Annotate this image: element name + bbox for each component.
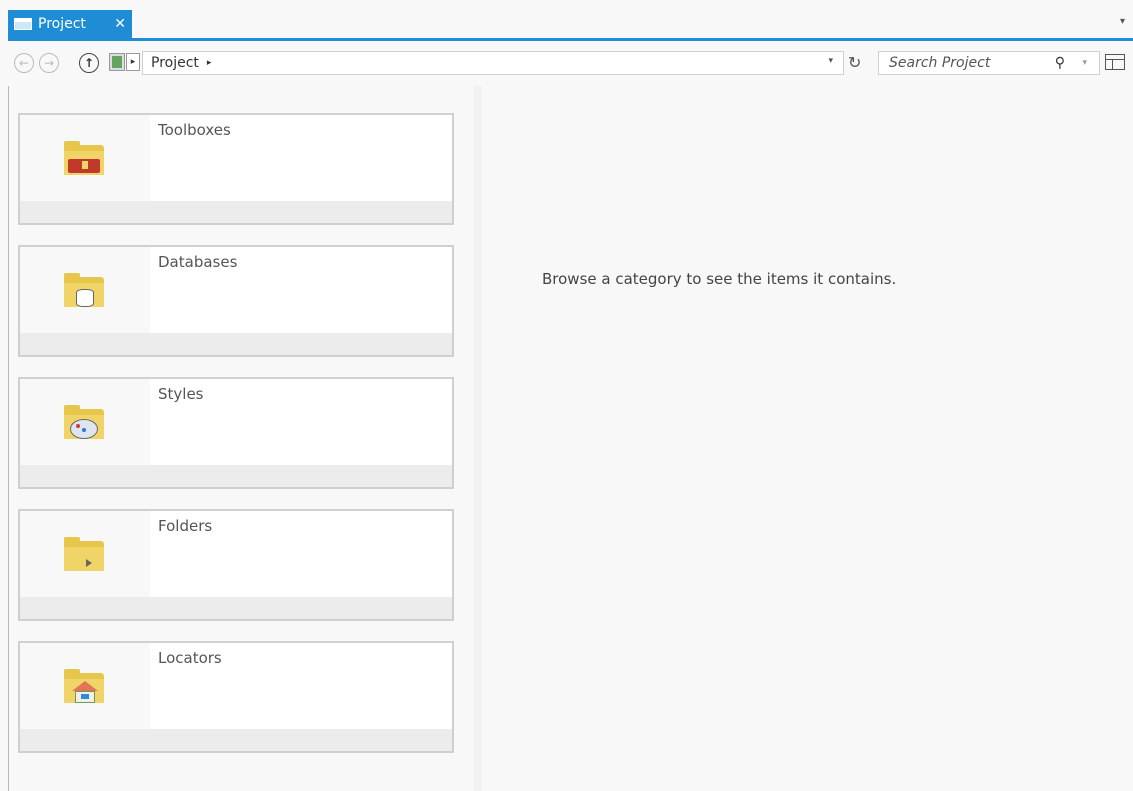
location-icon[interactable]: [109, 53, 125, 71]
card-body: Folders: [20, 511, 452, 597]
card-icon-area: [20, 247, 150, 333]
card-icon-area: [20, 115, 150, 201]
breadcrumb-project[interactable]: Project: [151, 55, 199, 71]
toolbox-folder-icon: [64, 141, 106, 177]
tab-project[interactable]: Project ✕: [8, 10, 132, 38]
tab-label: Project: [38, 16, 86, 32]
card-body: Databases: [20, 247, 452, 333]
refresh-icon[interactable]: ↻: [848, 53, 861, 72]
category-card-folders[interactable]: Folders: [18, 509, 454, 621]
back-button[interactable]: ←: [14, 53, 34, 73]
search-box: ⚲ ▾: [878, 51, 1100, 75]
card-footer: [20, 597, 452, 619]
card-footer: [20, 729, 452, 751]
details-panel-icon[interactable]: [1105, 54, 1125, 70]
card-label: Toolboxes: [158, 121, 231, 139]
tab-menu-icon[interactable]: ▾: [1120, 16, 1125, 27]
navigation-toolbar: ← → ↑ ▸ Project ▸ ▾ ↻ ⚲ ▾: [0, 48, 1133, 80]
category-card-styles[interactable]: Styles: [18, 377, 454, 489]
card-footer: [20, 465, 452, 487]
card-label: Databases: [158, 253, 238, 271]
category-card-locators[interactable]: Locators: [18, 641, 454, 753]
locator-folder-icon: [64, 669, 106, 705]
empty-state-message: Browse a category to see the items it co…: [542, 270, 897, 288]
breadcrumb-chevron-icon[interactable]: ▸: [207, 58, 212, 68]
card-footer: [20, 201, 452, 223]
card-label: Locators: [158, 649, 222, 667]
card-label: Folders: [158, 517, 213, 535]
close-icon[interactable]: ✕: [114, 16, 126, 32]
card-label: Styles: [158, 385, 204, 403]
search-options-icon[interactable]: ▾: [1082, 58, 1087, 68]
category-card-toolboxes[interactable]: Toolboxes: [18, 113, 454, 225]
map-icon: [112, 56, 122, 68]
card-body: Toolboxes: [20, 115, 452, 201]
search-icon[interactable]: ⚲: [1055, 55, 1065, 71]
card-icon-area: [20, 379, 150, 465]
pane-border: [8, 86, 9, 791]
tab-bar: Project ✕ ▾: [0, 0, 1133, 41]
category-card-databases[interactable]: Databases: [18, 245, 454, 357]
database-folder-icon: [64, 273, 106, 309]
up-button[interactable]: ↑: [79, 53, 99, 73]
card-body: Locators: [20, 643, 452, 729]
card-icon-area: [20, 643, 150, 729]
search-input[interactable]: [887, 54, 1041, 72]
forward-button[interactable]: →: [39, 53, 59, 73]
pane-divider[interactable]: [474, 86, 482, 791]
location-dropdown-icon[interactable]: ▸: [126, 53, 140, 71]
folder-icon: [64, 537, 106, 573]
card-icon-area: [20, 511, 150, 597]
project-icon: [14, 18, 32, 30]
card-body: Styles: [20, 379, 452, 465]
path-bar[interactable]: Project ▸ ▾: [142, 51, 844, 75]
path-dropdown-icon[interactable]: ▾: [828, 56, 833, 66]
styles-folder-icon: [64, 405, 106, 441]
tab-underline: [8, 38, 1133, 41]
card-footer: [20, 333, 452, 355]
